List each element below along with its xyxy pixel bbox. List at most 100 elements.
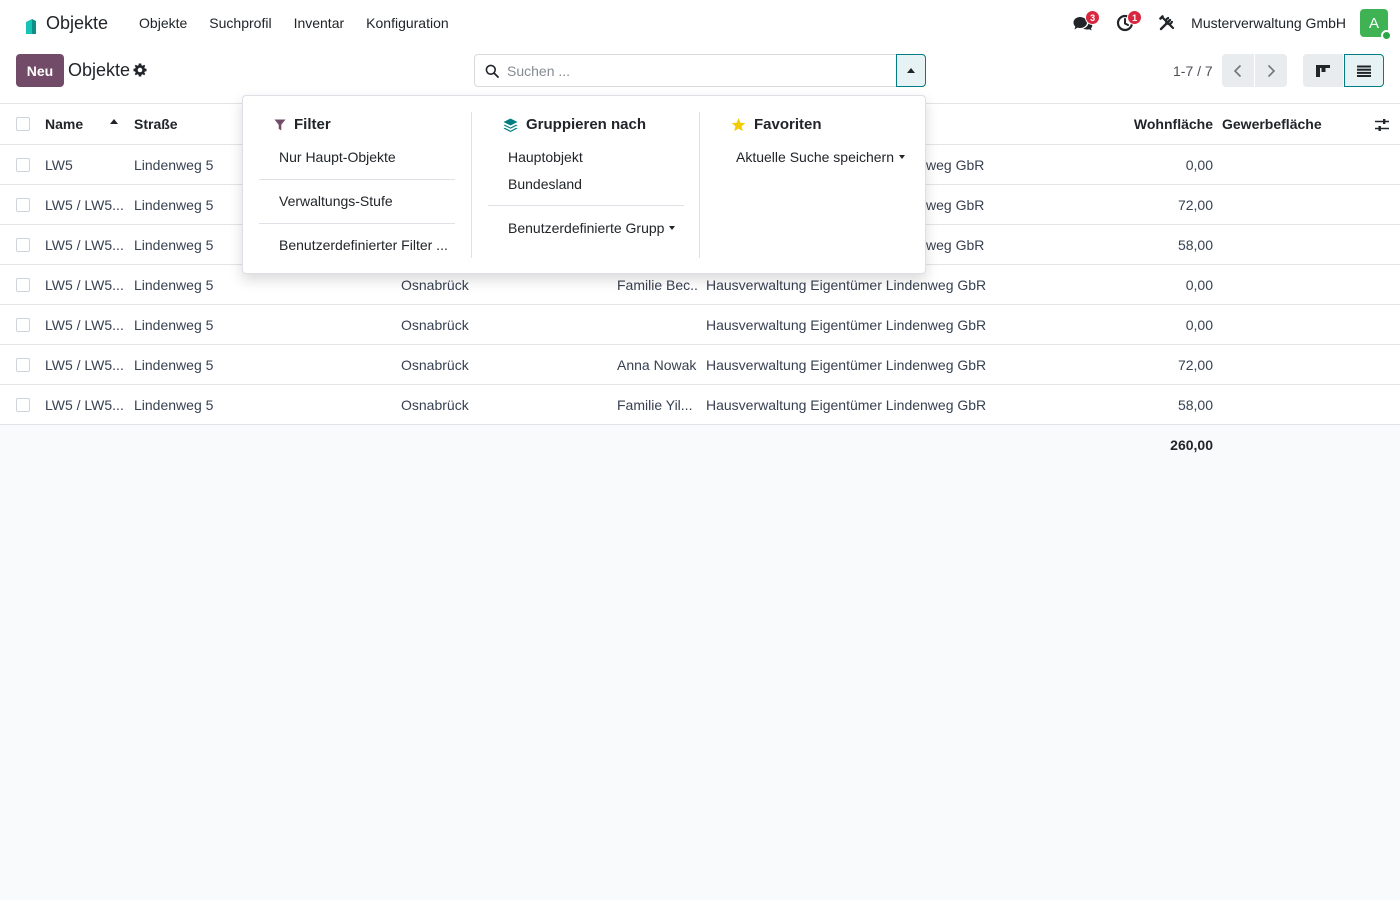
cell-owner: Hausverwaltung Eigentümer Lindenweg GbR [706, 397, 987, 413]
app-logo-icon [26, 19, 36, 34]
cell-name: LW5 / LW5... [45, 357, 124, 373]
cell-name: LW5 / LW5... [45, 197, 124, 213]
row-checkbox[interactable] [16, 158, 30, 172]
group-by-heading-label: Gruppieren nach [526, 116, 647, 133]
cell-wohnflaeche: 72,00 [1177, 197, 1213, 213]
list-icon [1357, 65, 1371, 77]
debug-tools-button[interactable] [1153, 0, 1181, 46]
custom-filter-button[interactable]: Benutzerdefinierter Filter ... [279, 237, 448, 253]
menu-inventar[interactable]: Inventar [283, 0, 356, 46]
group-by-divider [488, 205, 684, 206]
messages-badge: 3 [1085, 10, 1101, 25]
cell-owner: Hausverwaltung Eigentümer Lindenweg GbR [706, 317, 987, 333]
table-row[interactable]: LW5 / LW5... Lindenweg 5 Osnabrück Famil… [0, 385, 1400, 425]
cell-city: Osnabrück [401, 397, 469, 413]
menu-objekte[interactable]: Objekte [128, 0, 198, 46]
select-all-checkbox[interactable] [16, 117, 30, 131]
user-avatar[interactable]: A [1360, 9, 1392, 41]
group-by-bundesland[interactable]: Bundesland [508, 176, 582, 192]
total-wohnflaeche: 260,00 [1170, 437, 1213, 453]
top-menu: Objekte Suchprofil Inventar Konfiguratio… [128, 0, 460, 46]
avatar-initial: A [1368, 14, 1379, 32]
caret-up-icon [907, 68, 915, 73]
pager-next-button[interactable] [1255, 54, 1287, 87]
activities-button[interactable]: 1 [1111, 0, 1143, 46]
app-title[interactable]: Objekte [46, 13, 108, 34]
cell-name: LW5 / LW5... [45, 237, 124, 253]
filter-icon [274, 119, 286, 130]
row-checkbox[interactable] [16, 318, 30, 332]
filter-verwaltungs-stufe[interactable]: Verwaltungs-Stufe [279, 193, 393, 209]
main-navbar: Objekte Objekte Suchprofil Inventar Konf… [0, 0, 1400, 46]
caret-down-icon [669, 226, 676, 230]
sort-ascending-icon [110, 119, 118, 124]
column-wohnflaeche[interactable]: Wohnfläche [1060, 104, 1213, 145]
group-by-heading: Gruppieren nach [503, 116, 646, 133]
cell-street: Lindenweg 5 [134, 237, 214, 253]
cell-tenant [617, 305, 699, 345]
table-row[interactable]: LW5 / LW5... Lindenweg 5 Osnabrück Anna … [0, 345, 1400, 385]
menu-suchprofil[interactable]: Suchprofil [198, 0, 282, 46]
search-bar [474, 54, 926, 87]
cell-tenant: Familie Yil... [617, 397, 693, 413]
cell-name: LW5 / LW5... [45, 317, 124, 333]
cell-street: Lindenweg 5 [134, 317, 214, 333]
page-title: Objekte [68, 60, 131, 80]
pager-value[interactable]: 1-7 / 7 [1173, 63, 1213, 79]
table-row[interactable]: LW5 / LW5... Lindenweg 5 Osnabrück Hausv… [0, 305, 1400, 345]
cell-city: Osnabrück [401, 357, 469, 373]
caret-down-icon [899, 155, 905, 159]
filter-heading: Filter [274, 116, 331, 133]
search-input[interactable] [507, 56, 887, 85]
table-footer-totals: 260,00 [0, 425, 1400, 465]
menu-konfiguration[interactable]: Konfiguration [355, 0, 460, 46]
custom-group-label: Benutzerdefinierte Grupp [508, 220, 665, 236]
row-checkbox[interactable] [16, 198, 30, 212]
cell-name: LW5 [45, 157, 73, 173]
column-name[interactable]: Name [45, 104, 125, 145]
cell-wohnflaeche: 58,00 [1177, 397, 1213, 413]
cell-wohnflaeche: 0,00 [1185, 317, 1213, 333]
search-panel-dropdown: Filter Nur Haupt-Objekte Verwaltungs-Stu… [242, 95, 926, 274]
layers-icon [503, 118, 518, 132]
pager-previous-button[interactable] [1222, 54, 1254, 87]
cell-street: Lindenweg 5 [134, 397, 214, 413]
gear-icon[interactable] [133, 63, 147, 77]
column-gewerbeflaeche[interactable]: Gewerbefläche [1222, 104, 1342, 145]
chevron-right-icon [1267, 64, 1276, 77]
favorites-section: Favoriten Aktuelle Suche speichern [699, 112, 927, 258]
new-button[interactable]: Neu [16, 54, 64, 87]
custom-group-select[interactable]: Benutzerdefinierte Grupp [508, 220, 676, 236]
filter-nur-haupt-objekte[interactable]: Nur Haupt-Objekte [279, 149, 396, 165]
cell-wohnflaeche: 0,00 [1185, 277, 1213, 293]
row-checkbox[interactable] [16, 278, 30, 292]
filter-section: Filter Nur Haupt-Objekte Verwaltungs-Stu… [243, 96, 471, 275]
messages-button[interactable]: 3 [1069, 0, 1101, 46]
search-panel-toggle[interactable] [896, 54, 926, 87]
app-brand[interactable]: Objekte [24, 0, 128, 46]
search-icon [485, 64, 499, 78]
systray: 3 1 Musterverwaltung GmbH A [1055, 0, 1392, 46]
row-checkbox[interactable] [16, 398, 30, 412]
group-by-hauptobjekt[interactable]: Hauptobjekt [508, 149, 583, 165]
cell-wohnflaeche: 72,00 [1177, 357, 1213, 373]
company-switcher[interactable]: Musterverwaltung GmbH [1191, 15, 1346, 31]
save-current-search-label: Aktuelle Suche speichern [736, 149, 894, 165]
cell-street: Lindenweg 5 [134, 357, 214, 373]
column-street[interactable]: Straße [134, 104, 234, 145]
favorites-heading-label: Favoriten [754, 116, 822, 133]
row-checkbox[interactable] [16, 238, 30, 252]
cell-wohnflaeche: 0,00 [1185, 157, 1213, 173]
cell-wohnflaeche: 58,00 [1177, 237, 1213, 253]
list-view-button[interactable] [1344, 54, 1384, 87]
row-checkbox[interactable] [16, 358, 30, 372]
cell-name: LW5 / LW5... [45, 277, 124, 293]
kanban-view-button[interactable] [1303, 54, 1343, 87]
filter-divider [259, 179, 455, 180]
filter-heading-label: Filter [294, 116, 331, 133]
save-current-search-button[interactable]: Aktuelle Suche speichern [736, 149, 905, 165]
filter-divider [259, 223, 455, 224]
chevron-left-icon [1233, 64, 1242, 77]
kanban-icon [1316, 64, 1330, 77]
optional-columns-icon[interactable] [1374, 117, 1390, 133]
